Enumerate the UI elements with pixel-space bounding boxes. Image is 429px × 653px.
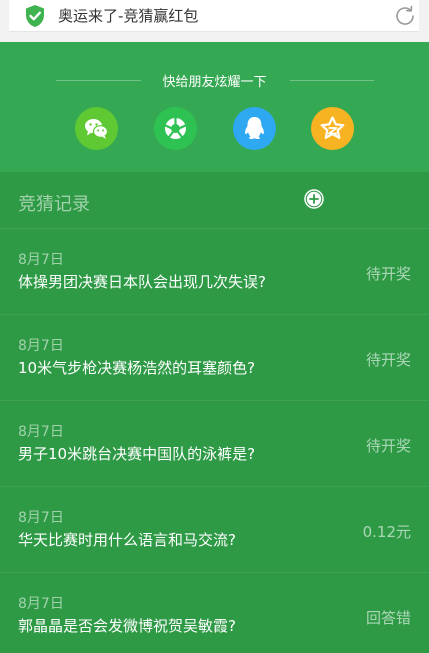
share-moments-button[interactable]	[154, 107, 197, 150]
share-qq-button[interactable]	[233, 107, 276, 150]
records-list: 8月7日 体操男团决赛日本队会出现几次失误? 待开奖 8月7日 10米气步枪决赛…	[0, 228, 429, 653]
record-date: 8月7日	[18, 596, 64, 612]
record-date: 8月7日	[18, 338, 64, 354]
list-item[interactable]: 8月7日 华天比赛时用什么语言和马交流? 0.12元	[0, 486, 429, 572]
list-item[interactable]: 8月7日 体操男团决赛日本队会出现几次失误? 待开奖	[0, 228, 429, 314]
record-question: 华天比赛时用什么语言和马交流?	[18, 531, 236, 549]
list-item[interactable]: 8月7日 10米气步枪决赛杨浩然的耳塞颜色? 待开奖	[0, 314, 429, 400]
list-item[interactable]: 8月7日 郭晶晶是否会发微博祝贺吴敏霞? 回答错	[0, 572, 429, 653]
qq-icon	[245, 117, 264, 139]
share-section: 快给朋友炫耀一下	[0, 42, 429, 172]
record-question: 10米气步枪决赛杨浩然的耳塞颜色?	[18, 359, 256, 377]
page-title: 奥运来了-竞猜赢红包	[58, 7, 199, 25]
address-bar[interactable]: 奥运来了-竞猜赢红包	[9, 0, 419, 32]
record-date: 8月7日	[18, 510, 64, 526]
record-status: 待开奖	[365, 351, 411, 369]
record-status: 待开奖	[365, 265, 411, 283]
records-title: 竞猜记录	[18, 194, 90, 215]
record-question: 体操男团决赛日本队会出现几次失误?	[18, 273, 266, 291]
record-date: 8月7日	[18, 424, 64, 440]
divider-right	[290, 80, 374, 81]
shield-check-icon	[26, 5, 44, 27]
record-status: 回答错	[365, 609, 411, 627]
records-header: 竞猜记录	[0, 172, 429, 228]
record-question: 男子10米跳台决赛中国队的泳裤是?	[18, 445, 256, 463]
wechat-icon	[85, 119, 109, 139]
record-date: 8月7日	[18, 252, 64, 268]
plus-circle-icon[interactable]	[304, 189, 324, 209]
qzone-star-icon	[320, 116, 345, 139]
moments-icon	[164, 116, 187, 139]
share-wechat-button[interactable]	[75, 107, 118, 150]
record-question: 郭晶晶是否会发微博祝贺吴敏霞?	[18, 617, 236, 635]
share-qzone-button[interactable]	[311, 107, 354, 150]
list-item[interactable]: 8月7日 男子10米跳台决赛中国队的泳裤是? 待开奖	[0, 400, 429, 486]
record-status: 待开奖	[365, 437, 411, 455]
refresh-icon[interactable]	[392, 3, 418, 29]
browser-bar: 奥运来了-竞猜赢红包	[0, 0, 429, 42]
record-status: 0.12元	[362, 523, 411, 541]
